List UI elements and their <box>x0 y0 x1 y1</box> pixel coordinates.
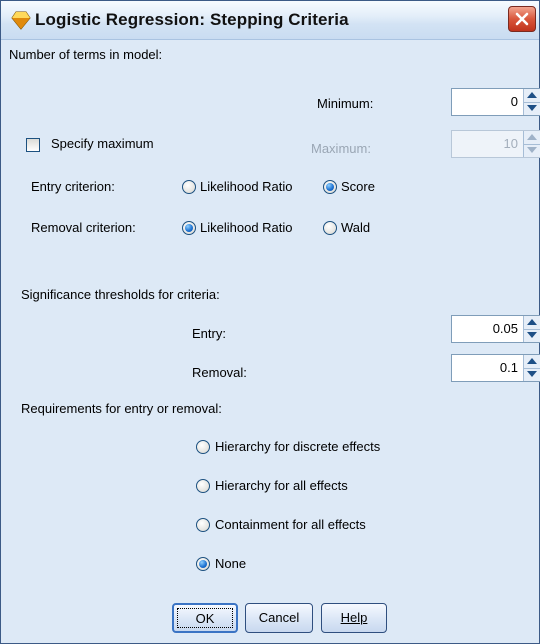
hierarchy-all-label: Hierarchy for all effects <box>215 478 348 493</box>
removal-threshold-increment-button[interactable] <box>524 355 540 369</box>
triangle-down-icon <box>527 105 537 111</box>
help-button[interactable]: Help <box>321 603 387 633</box>
ok-focus-ring <box>177 608 233 628</box>
triangle-up-icon <box>527 358 537 364</box>
maximum-label: Maximum: <box>311 141 371 156</box>
triangle-down-icon <box>527 147 537 153</box>
specify-maximum-checkbox[interactable] <box>26 138 40 152</box>
entry-threshold-stepper[interactable]: 0.05 <box>451 315 540 343</box>
entry-score-label: Score <box>341 179 375 194</box>
entry-threshold-value: 0.05 <box>492 321 518 336</box>
minimum-increment-button[interactable] <box>524 89 540 103</box>
entry-score-radio[interactable] <box>323 180 337 194</box>
cancel-button[interactable]: Cancel <box>245 603 313 633</box>
triangle-down-icon <box>527 332 537 338</box>
removal-threshold-label: Removal: <box>192 365 247 380</box>
stepping-criteria-dialog: Logistic Regression: Stepping Criteria N… <box>0 0 540 644</box>
requirements-heading: Requirements for entry or removal: <box>21 401 222 416</box>
terms-heading: Number of terms in model: <box>9 47 163 62</box>
entry-likelihood-ratio-label: Likelihood Ratio <box>200 179 293 194</box>
help-button-label: Help <box>340 610 368 625</box>
minimum-label: Minimum: <box>317 96 374 111</box>
maximum-value: 10 <box>503 136 518 151</box>
significance-heading: Significance thresholds for criteria: <box>21 287 220 302</box>
close-icon <box>515 12 529 26</box>
entry-threshold-increment-button[interactable] <box>524 316 540 330</box>
title-bar[interactable]: Logistic Regression: Stepping Criteria <box>1 1 539 40</box>
none-label: None <box>215 556 247 571</box>
removal-wald-radio[interactable] <box>323 221 337 235</box>
removal-threshold-value: 0.1 <box>499 360 518 375</box>
removal-threshold-decrement-button[interactable] <box>524 368 540 381</box>
minimum-stepper-arrows <box>523 89 540 115</box>
entry-criterion-label: Entry criterion: <box>31 179 115 194</box>
diamond-app-icon <box>11 11 31 30</box>
hierarchy-discrete-radio[interactable] <box>196 440 210 454</box>
entry-threshold-label: Entry: <box>192 326 226 341</box>
none-radio[interactable] <box>196 557 210 571</box>
removal-threshold-stepper[interactable]: 0.1 <box>451 354 540 382</box>
containment-all-radio[interactable] <box>196 518 210 532</box>
minimum-decrement-button[interactable] <box>524 102 540 115</box>
containment-all-label: Containment for all effects <box>215 517 366 532</box>
maximum-stepper-arrows <box>523 131 540 157</box>
triangle-up-icon <box>527 134 537 140</box>
maximum-stepper[interactable]: 10 <box>451 130 540 158</box>
triangle-up-icon <box>527 92 537 98</box>
entry-likelihood-ratio-radio[interactable] <box>182 180 196 194</box>
specify-maximum-label: Specify maximum <box>51 136 154 151</box>
triangle-up-icon <box>527 319 537 325</box>
window-title: Logistic Regression: Stepping Criteria <box>35 10 349 29</box>
maximum-increment-button[interactable] <box>524 131 540 145</box>
removal-criterion-label: Removal criterion: <box>31 220 136 235</box>
hierarchy-discrete-label: Hierarchy for discrete effects <box>215 439 381 454</box>
hierarchy-all-radio[interactable] <box>196 479 210 493</box>
removal-likelihood-ratio-label: Likelihood Ratio <box>200 220 293 235</box>
cancel-button-label: Cancel <box>258 610 300 625</box>
entry-threshold-arrows <box>523 316 540 342</box>
removal-wald-label: Wald <box>341 220 371 235</box>
close-button[interactable] <box>508 6 536 32</box>
entry-threshold-decrement-button[interactable] <box>524 329 540 342</box>
maximum-decrement-button[interactable] <box>524 144 540 157</box>
minimum-stepper[interactable]: 0 <box>451 88 540 116</box>
ok-button[interactable]: OK <box>172 603 238 633</box>
minimum-value: 0 <box>510 94 518 109</box>
triangle-down-icon <box>527 371 537 377</box>
removal-likelihood-ratio-radio[interactable] <box>182 221 196 235</box>
removal-threshold-arrows <box>523 355 540 381</box>
